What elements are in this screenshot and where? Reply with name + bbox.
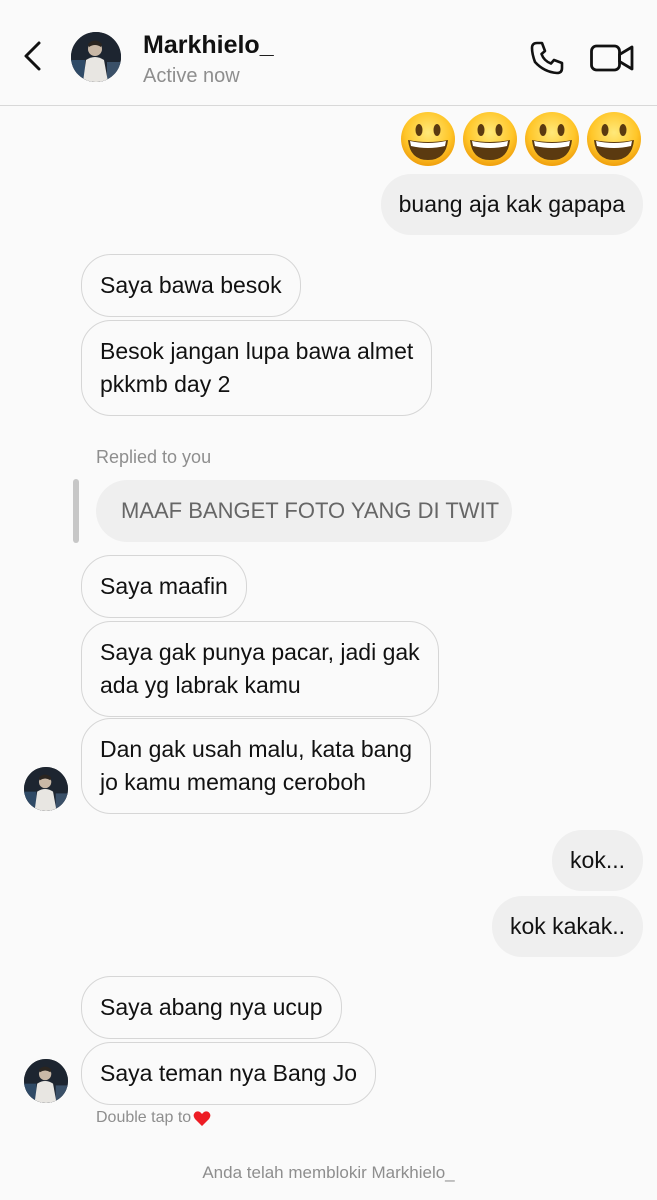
- message-text-line: Saya gak punya pacar, jadi gak: [100, 639, 420, 665]
- their-message-bubble[interactable]: Dan gak usah malu, kata bang jo kamu mem…: [81, 718, 431, 814]
- contact-avatar[interactable]: [71, 32, 121, 82]
- grinning-face-emoji: [463, 112, 517, 166]
- their-message-bubble[interactable]: Saya bawa besok: [81, 254, 301, 317]
- chat-header: Markhielo_ Active now: [0, 0, 657, 106]
- reply-label: Replied to you: [96, 447, 212, 467]
- message-text-line: Dan gak usah malu, kata bang: [100, 736, 412, 762]
- grinning-face-emoji: [525, 112, 579, 166]
- message-text: Saya bawa besok: [100, 272, 282, 298]
- their-message-bubble[interactable]: Besok jangan lupa bawa almet pkkmb day 2: [81, 320, 433, 416]
- their-message-bubble[interactable]: Saya abang nya ucup: [81, 976, 342, 1039]
- red-heart-icon: [193, 1110, 211, 1126]
- their-message-bubble[interactable]: Saya teman nya Bang Jo: [81, 1042, 376, 1105]
- quoted-message[interactable]: MAAF BANGET FOTO YANG DI TWIT: [96, 480, 512, 542]
- message-text: kok kakak..: [509, 913, 625, 939]
- my-message-bubble[interactable]: buang aja kak gapapa: [380, 174, 643, 235]
- blocked-notice: Anda telah memblokir Markhielo_: [202, 1163, 455, 1182]
- video-camera-icon[interactable]: [589, 40, 635, 76]
- message-text-line: ada yg labrak kamu: [100, 672, 301, 698]
- message-text: Saya teman nya Bang Jo: [100, 1060, 357, 1086]
- grinning-face-emoji: [401, 112, 455, 166]
- message-text-line: Besok jangan lupa bawa almet: [100, 338, 414, 364]
- message-text: Saya maafin: [100, 573, 228, 599]
- their-message-bubble[interactable]: Saya maafin: [81, 555, 247, 618]
- message-text: Saya abang nya ucup: [100, 994, 323, 1020]
- message-text: kok...: [570, 847, 625, 873]
- message-text-line: pkkmb day 2: [100, 371, 231, 397]
- my-message-bubble[interactable]: kok...: [552, 830, 643, 891]
- back-arrow-icon[interactable]: [18, 38, 48, 74]
- double-tap-text: Double tap to: [96, 1109, 192, 1126]
- emoji-message[interactable]: [399, 110, 643, 170]
- double-tap-hint: Double tap to: [96, 1109, 211, 1127]
- contact-name[interactable]: Markhielo_: [143, 31, 274, 60]
- contact-avatar-small[interactable]: [24, 1059, 68, 1103]
- their-message-bubble[interactable]: Saya gak punya pacar, jadi gak ada yg la…: [81, 621, 439, 717]
- my-message-bubble[interactable]: kok kakak..: [491, 896, 643, 957]
- phone-icon[interactable]: [529, 40, 565, 76]
- contact-avatar-small[interactable]: [24, 767, 68, 811]
- message-text-line: jo kamu memang ceroboh: [100, 769, 366, 795]
- reply-indicator-bar: [73, 479, 79, 543]
- message-text: buang aja kak gapapa: [398, 191, 625, 217]
- grinning-face-emoji: [587, 112, 641, 166]
- active-status: Active now: [143, 65, 240, 87]
